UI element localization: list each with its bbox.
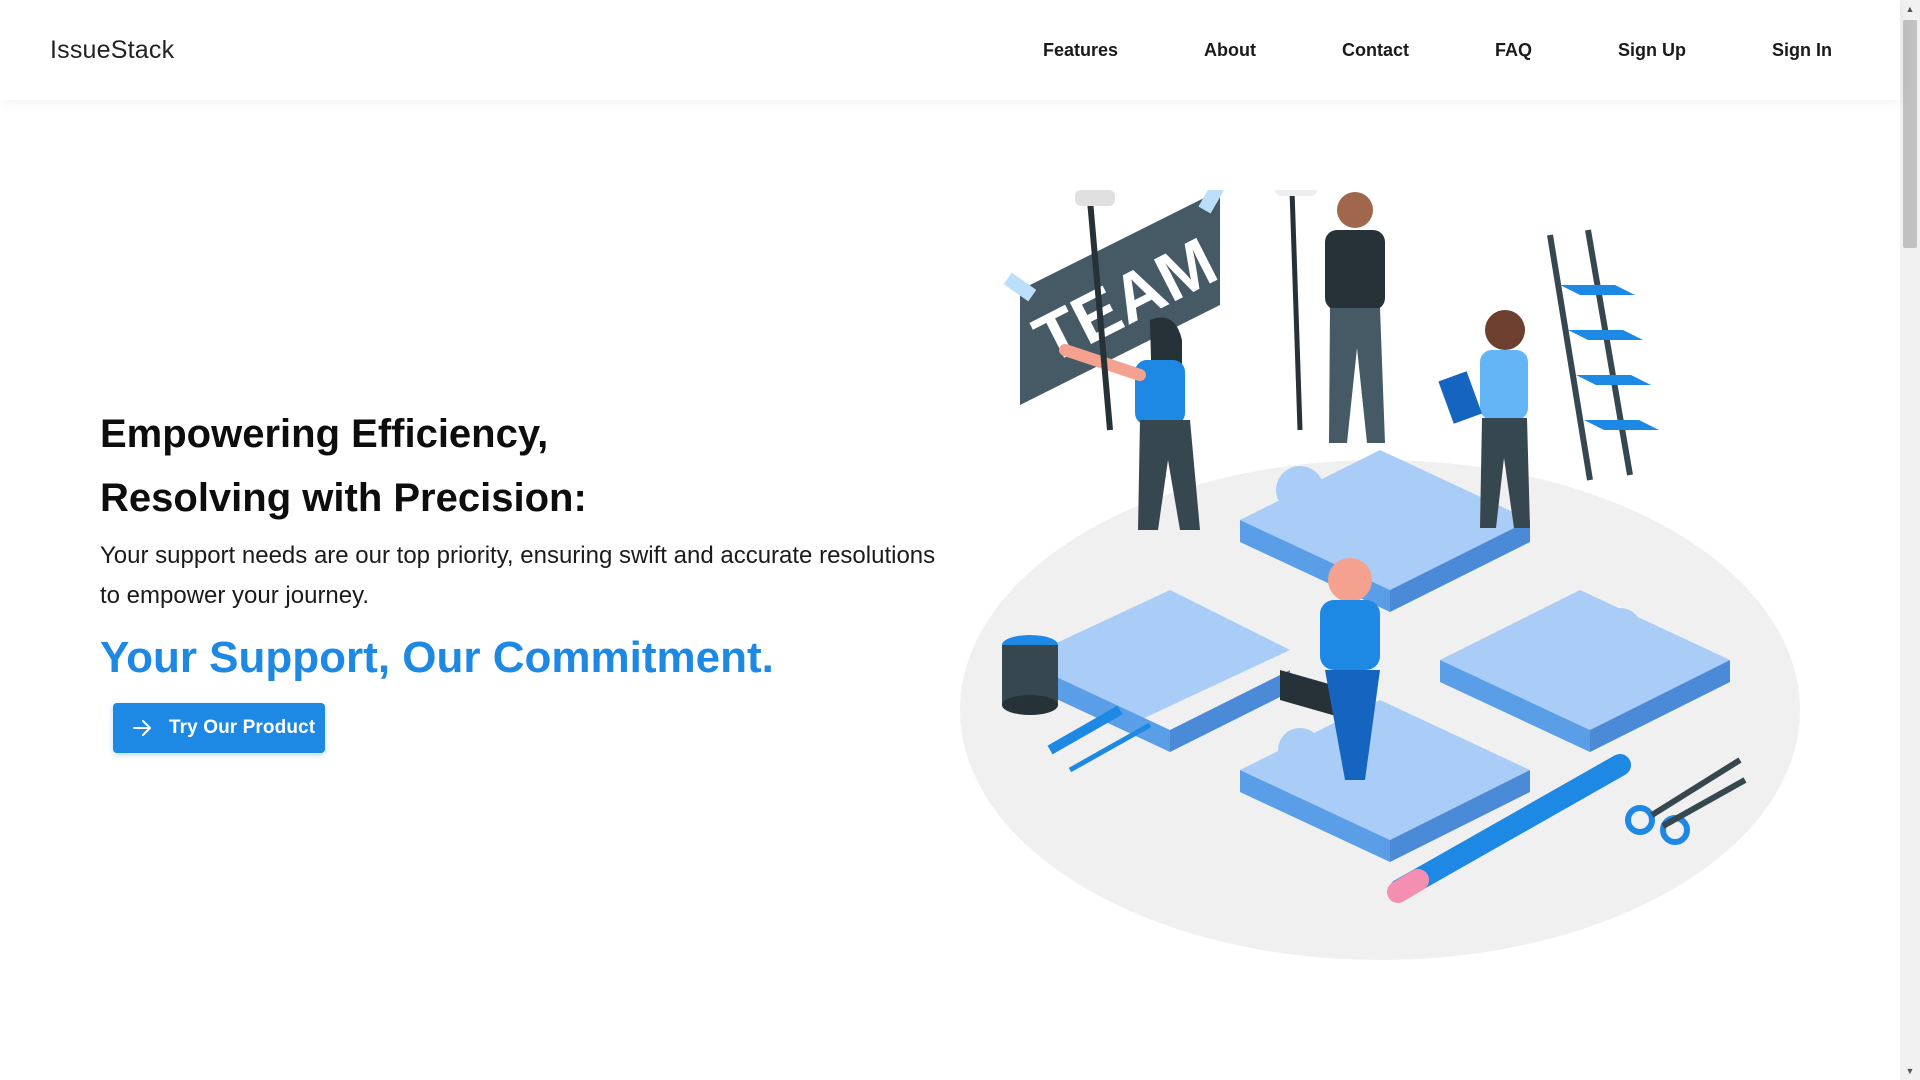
nav-link-contact[interactable]: Contact [1342, 40, 1409, 61]
hero-tagline: Your Support, Our Commitment. [100, 633, 774, 682]
nav-link-features[interactable]: Features [1043, 40, 1118, 61]
navbar: IssueStack Features About Contact FAQ Si… [0, 0, 1900, 100]
vertical-scrollbar[interactable]: ▲ ▼ [1900, 0, 1920, 1080]
brand-logo[interactable]: IssueStack [50, 36, 174, 65]
team-puzzle-illustration: TEAM [960, 190, 1800, 960]
nav-link-sign-in[interactable]: Sign In [1772, 40, 1832, 61]
scroll-up-icon[interactable]: ▲ [1900, 0, 1920, 18]
ladder [1547, 229, 1659, 481]
scroll-down-icon[interactable]: ▼ [1900, 1062, 1920, 1080]
hero-title-line-2: Resolving with Precision: [100, 476, 587, 520]
hero-description: Your support needs are our top priority,… [100, 542, 936, 609]
scroll-thumb[interactable] [1903, 20, 1917, 248]
hero-section: Empowering Efficiency, Resolving with Pr… [100, 402, 960, 686]
nav-link-faq[interactable]: FAQ [1495, 40, 1532, 61]
arrow-right-icon [131, 717, 153, 739]
hero-title-line-1: Empowering Efficiency, [100, 412, 549, 456]
nav-links: Features About Contact FAQ Sign Up Sign … [957, 40, 1832, 61]
try-product-button[interactable]: Try Our Product [113, 703, 325, 753]
nav-link-about[interactable]: About [1204, 40, 1256, 61]
try-product-label: Try Our Product [169, 717, 316, 738]
nav-link-sign-up[interactable]: Sign Up [1618, 40, 1686, 61]
hero-title: Empowering Efficiency, Resolving with Pr… [100, 402, 960, 530]
